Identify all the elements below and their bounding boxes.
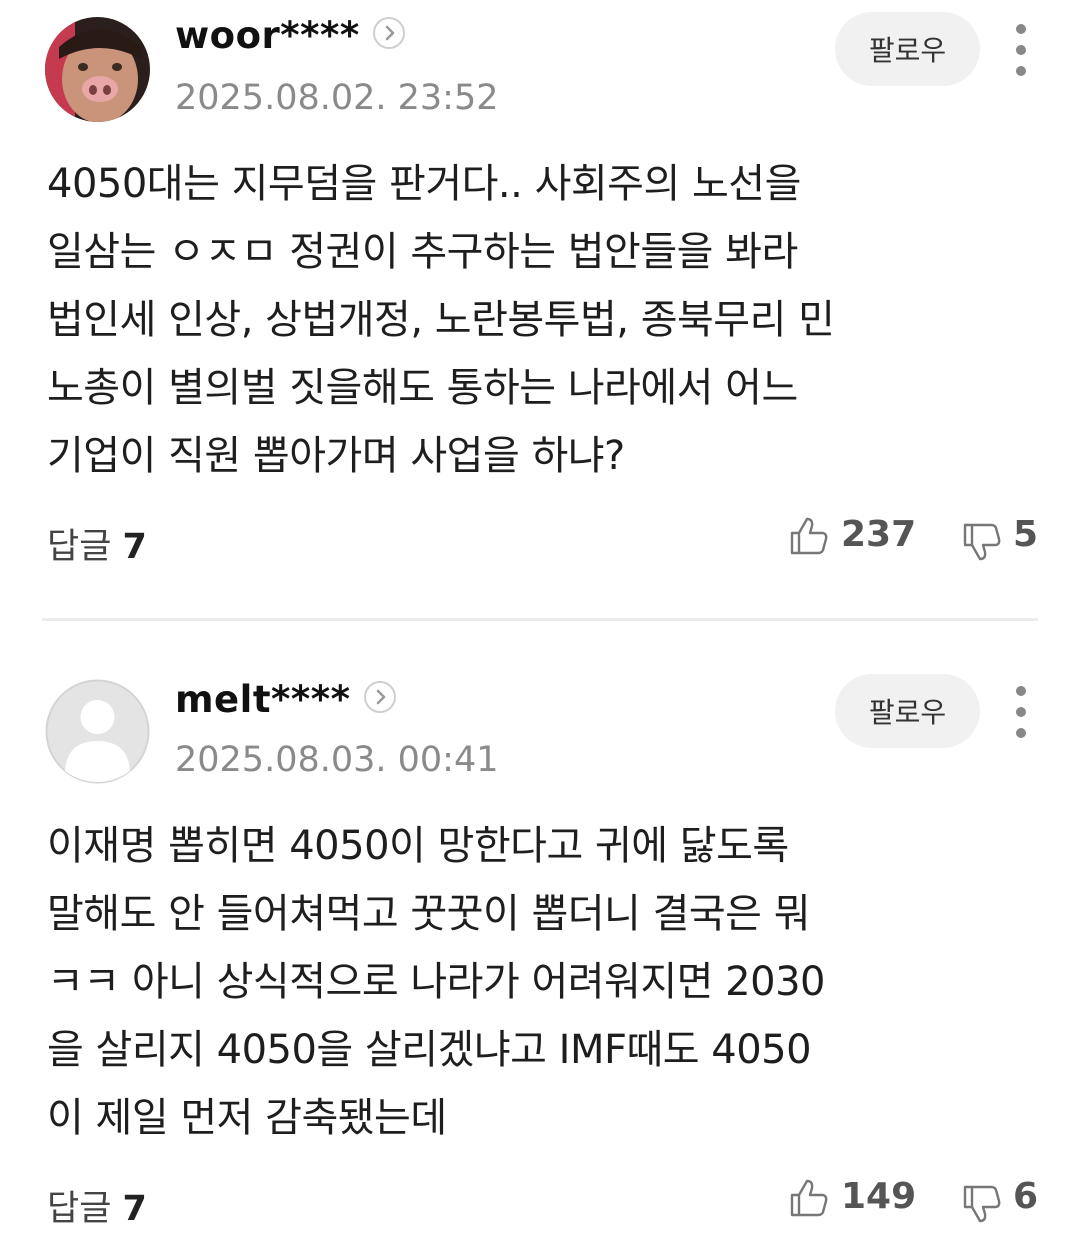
comment-line: ㅋㅋ 아니 상식적으로 나라가 어려워지면 2030 [47,959,825,1005]
comment-line: 기업이 직원 뽑아가며 사업을 하냐? [47,433,625,479]
username[interactable]: woor**** [175,14,360,57]
comment-date: 2025.08.03. 00:41 [175,740,499,780]
like-count: 237 [841,514,917,555]
comment-date: 2025.08.02. 23:52 [175,78,499,118]
like-count: 149 [841,1176,917,1217]
replies-count: 7 [122,527,147,567]
thumbs-down-icon[interactable] [960,520,1004,564]
more-vertical-icon[interactable] [1005,22,1037,78]
comment-body: 이재명 뽑히면 4050이 망한다고 귀에 닳도록 말해도 안 들어쳐먹고 꿋꿋… [47,812,1047,1152]
comment-line: 말해도 안 들어쳐먹고 꿋꿋이 뽑더니 결국은 뭐 [47,891,811,937]
comment-item: melt**** 2025.08.03. 00:41 팔로우 이재명 뽑히면 4… [0,622,1080,1258]
comment-line: 을 살리지 4050을 살리겠냐고 IMF때도 4050 [47,1027,812,1073]
comment-body: 4050대는 지무덤을 판거다.. 사회주의 노선을 일삼는 ㅇㅈㅁ 정권이 추… [47,150,1047,490]
avatar[interactable] [45,679,150,784]
comment-line: 이재명 뽑히면 4050이 망한다고 귀에 닳도록 [47,823,789,869]
username[interactable]: melt**** [175,678,350,721]
replies-button[interactable]: 답글 7 [47,1180,147,1231]
replies-button[interactable]: 답글 7 [47,518,147,569]
chevron-right-icon[interactable] [364,681,396,713]
chevron-right-icon[interactable] [373,17,405,49]
comment-line: 노총이 별의벌 짓을해도 통하는 나라에서 어느 [47,365,798,411]
comment-item: woor**** 2025.08.02. 23:52 팔로우 4050대는 지무… [0,0,1080,618]
comment-line: 일삼는 ㅇㅈㅁ 정권이 추구하는 법안들을 봐라 [47,229,798,275]
replies-label: 답글 [47,1189,112,1229]
more-vertical-icon[interactable] [1005,684,1037,740]
follow-button[interactable]: 팔로우 [835,674,980,748]
replies-count: 7 [122,1189,147,1229]
thumbs-up-icon[interactable] [787,1176,831,1220]
dislike-count: 6 [1013,1176,1039,1217]
avatar[interactable] [45,17,150,122]
comment-line: 이 제일 먼저 감축됐는데 [47,1095,447,1141]
thumbs-up-icon[interactable] [787,514,831,558]
divider [42,618,1038,621]
comment-line: 4050대는 지무덤을 판거다.. 사회주의 노선을 [47,161,801,207]
replies-label: 답글 [47,527,112,567]
comment-line: 법인세 인상, 상법개정, 노란봉투법, 종북무리 민 [47,297,835,343]
thumbs-down-icon[interactable] [960,1182,1004,1226]
follow-button[interactable]: 팔로우 [835,12,980,86]
dislike-count: 5 [1013,514,1039,555]
